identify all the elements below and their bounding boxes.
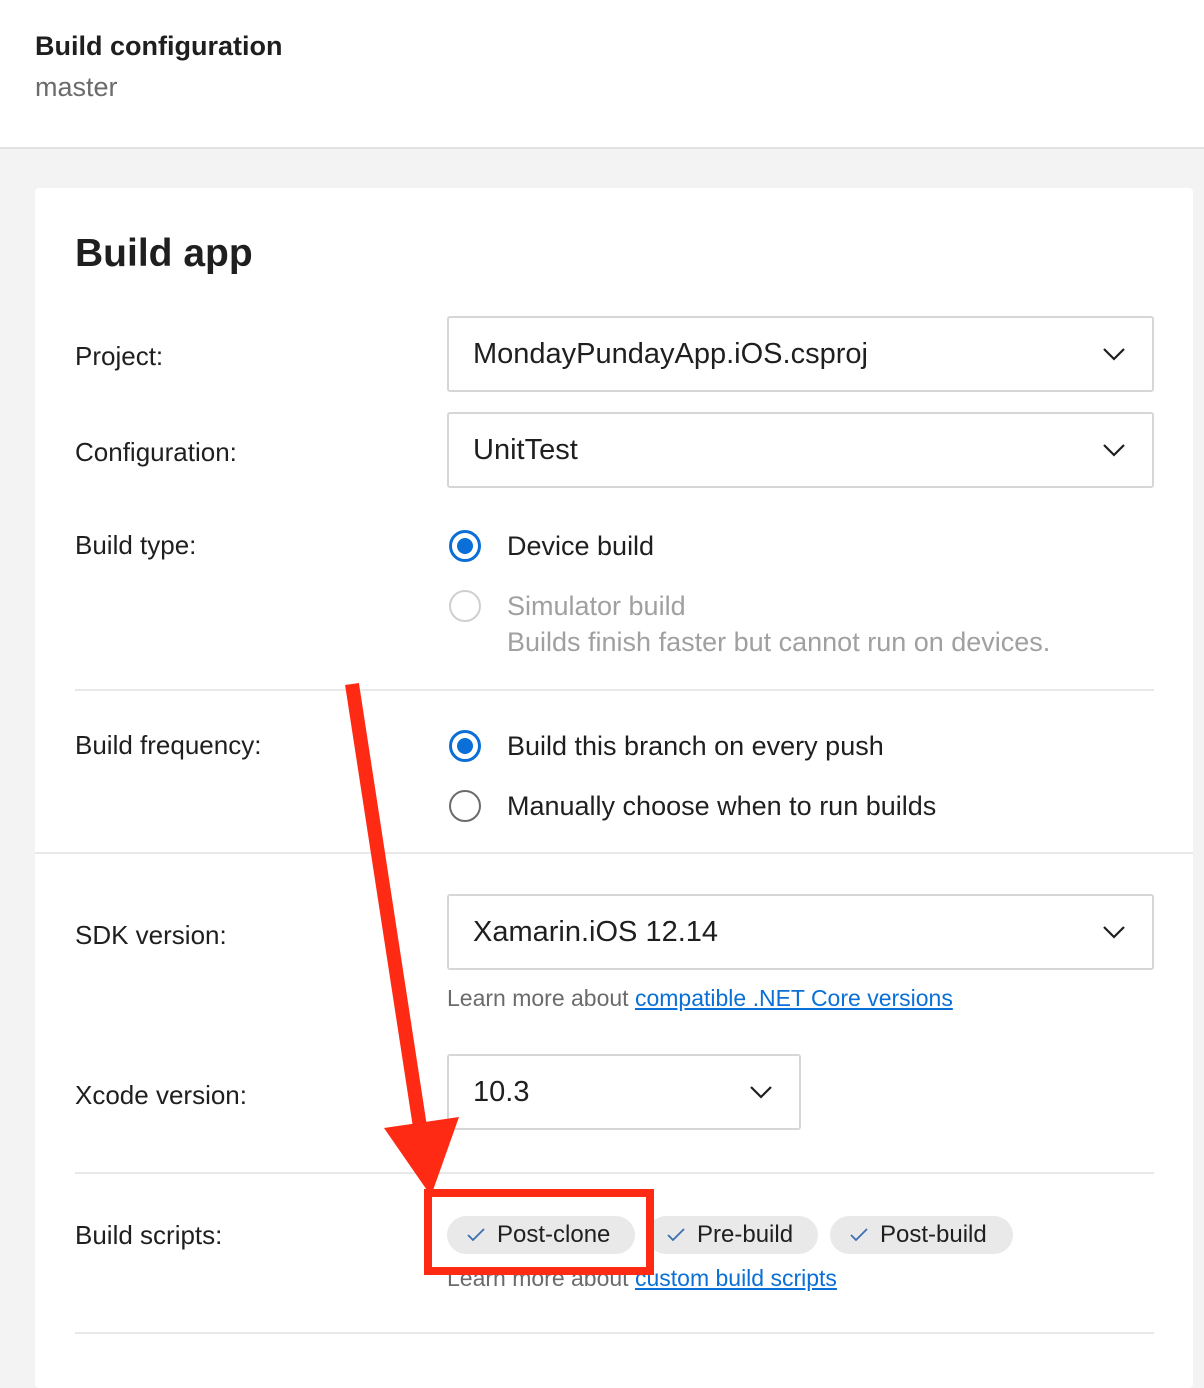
radio-label: Manually choose when to run builds [507,791,937,821]
page-header: Build configuration master [0,0,1204,149]
radio-label: Simulator build [507,591,686,621]
configuration-select[interactable]: UnitTest [447,412,1154,488]
branch-name: master [35,72,118,102]
configuration-label: Configuration: [75,437,237,467]
xcode-version-select[interactable]: 10.3 [447,1054,801,1130]
page-title: Build configuration [35,31,283,61]
script-pill-label: Pre-build [697,1221,794,1248]
sdk-help-text: Learn more about compatible .NET Core ve… [447,985,953,1012]
radio-label: Device build [507,531,655,561]
script-pill-label: Post-build [880,1221,987,1248]
script-pill-pre-build[interactable]: Pre-build [647,1216,818,1254]
radio-button-checked[interactable] [449,530,481,562]
annotation-highlight-box [424,1189,654,1275]
project-select[interactable]: MondayPundayApp.iOS.csproj [447,316,1154,392]
chevron-down-icon [1103,444,1125,457]
sdk-version-select[interactable]: Xamarin.iOS 12.14 [447,894,1154,970]
script-pill-post-build[interactable]: Post-build [830,1216,1013,1254]
section-divider [75,1332,1154,1334]
chevron-down-icon [750,1086,772,1099]
project-label: Project: [75,341,164,371]
project-select-value: MondayPundayApp.iOS.csproj [473,338,868,370]
sdk-help-prefix: Learn more about [447,985,629,1011]
section-divider [75,1172,1154,1174]
configuration-select-value: UnitTest [473,434,578,466]
build-scripts-label: Build scripts: [75,1220,223,1250]
sdk-version-label: SDK version: [75,920,227,950]
chevron-down-icon [1103,926,1125,939]
checkmark-icon [667,1228,685,1242]
section-divider [75,689,1154,691]
radio-label: Build this branch on every push [507,731,884,761]
radio-button-disabled[interactable] [449,590,481,622]
section-divider [35,852,1193,854]
xcode-version-value: 10.3 [473,1076,530,1108]
sdk-version-value: Xamarin.iOS 12.14 [473,916,719,948]
radio-button-checked[interactable] [449,730,481,762]
compatible-net-core-link[interactable]: compatible .NET Core versions [635,985,953,1011]
chevron-down-icon [1103,348,1125,361]
card-title: Build app [75,232,253,275]
radio-help-text: Builds finish faster but cannot run on d… [507,627,1051,657]
custom-build-scripts-link[interactable]: custom build scripts [635,1265,837,1291]
checkmark-icon [850,1228,868,1242]
radio-button-unchecked[interactable] [449,790,481,822]
build-frequency-label: Build frequency: [75,730,262,760]
build-type-label: Build type: [75,530,197,560]
xcode-version-label: Xcode version: [75,1080,247,1110]
